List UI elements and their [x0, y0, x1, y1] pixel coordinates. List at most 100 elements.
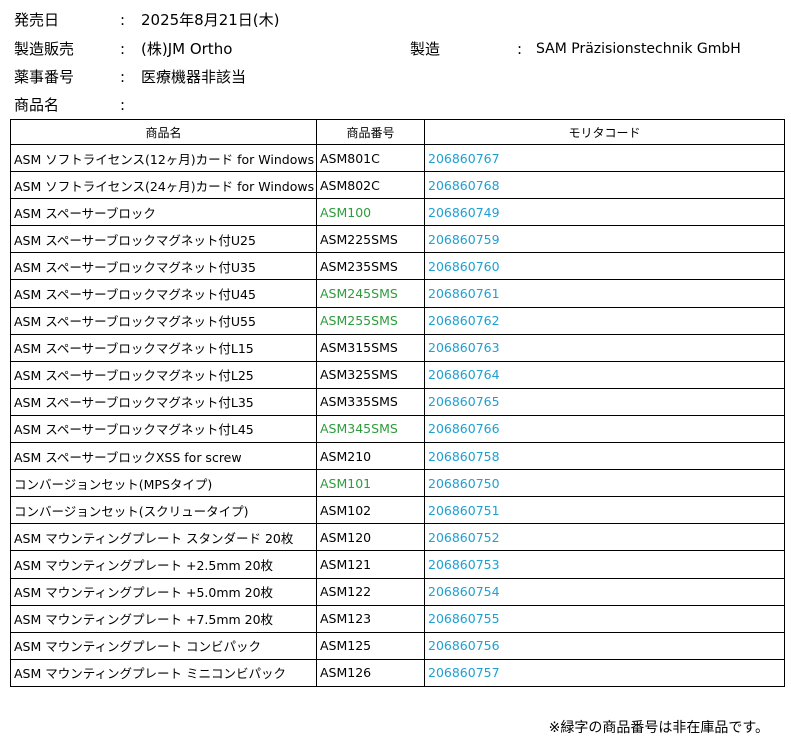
- morita-code-cell: 206860764: [424, 360, 785, 389]
- product-name-cell: ASM マウンティングプレート +5.0mm 20枚: [10, 577, 317, 606]
- product-name-cell: ASM スペーサーブロックマグネット付U25: [10, 225, 317, 254]
- product-code-cell: ASM121: [316, 550, 425, 579]
- morita-code-cell: 206860765: [424, 387, 785, 416]
- product-name-cell: ASM スペーサーブロックマグネット付U55: [10, 306, 317, 335]
- morita-code-cell: 206860759: [424, 225, 785, 254]
- product-name-cell: ASM マウンティングプレート コンビパック: [10, 631, 317, 660]
- column-header-product-code: 商品番号: [316, 119, 425, 145]
- table-row: ASM スペーサーブロック ASM100 206860749: [10, 198, 785, 227]
- product-code-cell: ASM801C: [316, 143, 425, 173]
- table-row: ASM スペーサーブロックマグネット付U25 ASM225SMS 206860759: [10, 225, 785, 254]
- colon: :: [120, 68, 126, 86]
- product-name-cell: ASM マウンティングプレート +7.5mm 20枚: [10, 604, 317, 633]
- product-name-cell: ASM マウンティングプレート +2.5mm 20枚: [10, 550, 317, 579]
- morita-code-cell: 206860751: [424, 496, 785, 525]
- table-row: コンバージョンセット(MPSタイプ) ASM101 206860750: [10, 469, 785, 498]
- colon: :: [120, 11, 126, 29]
- approval-number-label: 薬事番号: [14, 68, 75, 86]
- product-code-cell: ASM100: [316, 198, 425, 227]
- colon: :: [120, 40, 126, 58]
- product-name-cell: ASM スペーサーブロックXSS for screw: [10, 442, 317, 471]
- morita-code-cell: 206860753: [424, 550, 785, 579]
- sales-company-label: 製造販売: [14, 40, 75, 58]
- product-code-cell: ASM325SMS: [316, 360, 425, 389]
- product-code-cell: ASM122: [316, 577, 425, 606]
- morita-code-cell: 206860756: [424, 631, 785, 660]
- product-code-cell: ASM125: [316, 631, 425, 660]
- product-code-cell: ASM335SMS: [316, 387, 425, 416]
- product-code-cell: ASM120: [316, 523, 425, 552]
- product-name-cell: ASM ソフトライセンス(24ヶ月)カード for Windows: [10, 171, 317, 200]
- product-name-cell: ASM マウンティングプレート スタンダード 20枚: [10, 523, 317, 552]
- column-header-morita-code: モリタコード: [424, 119, 785, 145]
- colon: :: [517, 40, 523, 58]
- product-code-cell: ASM255SMS: [316, 306, 425, 335]
- table-row: ASM マウンティングプレート +7.5mm 20枚 ASM123 20686075…: [10, 604, 785, 633]
- product-code-cell: ASM102: [316, 496, 425, 525]
- stock-note: ※緑字の商品番号は非在庫品です。: [548, 720, 769, 736]
- product-name-cell: ASM スペーサーブロックマグネット付U45: [10, 279, 317, 308]
- release-date-value: 2025年8月21日(木): [141, 11, 280, 29]
- table-row: ASM マウンティングプレート +2.5mm 20枚 ASM121 20686075…: [10, 550, 785, 579]
- morita-code-cell: 206860755: [424, 604, 785, 633]
- morita-code-cell: 206860752: [424, 523, 785, 552]
- morita-code-cell: 206860768: [424, 171, 785, 200]
- product-name-cell: コンバージョンセット(スクリュータイプ): [10, 496, 317, 525]
- manufacturer-label: 製造: [410, 40, 441, 58]
- table-row: ASM スペーサーブロックマグネット付L15 ASM315SMS 206860763: [10, 333, 785, 362]
- product-code-cell: ASM210: [316, 442, 425, 471]
- product-code-cell: ASM101: [316, 469, 425, 498]
- table-row: ASM ソフトライセンス(12ヶ月)カード for Windows ASM801C…: [10, 143, 785, 173]
- table-row: コンバージョンセット(スクリュータイプ) ASM102 206860751: [10, 496, 785, 525]
- table-row: ASM スペーサーブロックマグネット付L25 ASM325SMS 206860764: [10, 360, 785, 389]
- approval-number-value: 医療機器非該当: [141, 68, 247, 86]
- morita-code-cell: 206860766: [424, 414, 785, 444]
- morita-code-cell: 206860757: [424, 658, 785, 687]
- morita-code-cell: 206860754: [424, 577, 785, 606]
- release-date-label: 発売日: [14, 11, 60, 29]
- product-code-cell: ASM126: [316, 658, 425, 687]
- product-code-cell: ASM225SMS: [316, 225, 425, 254]
- product-name-label: 商品名: [14, 96, 60, 114]
- colon: :: [120, 96, 126, 114]
- product-name-cell: ASM スペーサーブロックマグネット付L45: [10, 414, 317, 444]
- morita-code-cell: 206860750: [424, 469, 785, 498]
- product-code-cell: ASM802C: [316, 171, 425, 200]
- morita-code-cell: 206860749: [424, 198, 785, 227]
- product-name-cell: ASM スペーサーブロックマグネット付L25: [10, 360, 317, 389]
- morita-code-cell: 206860767: [424, 143, 785, 173]
- product-name-cell: ASM ソフトライセンス(12ヶ月)カード for Windows: [10, 143, 317, 173]
- column-header-product-name: 商品名: [10, 119, 317, 145]
- product-code-cell: ASM315SMS: [316, 333, 425, 362]
- morita-code-cell: 206860763: [424, 333, 785, 362]
- product-table: 商品名 商品番号 モリタコード ASM ソフトライセンス(12ヶ月)カード fo…: [10, 119, 785, 687]
- table-row: ASM マウンティングプレート スタンダード 20枚 ASM120 20686075…: [10, 523, 785, 552]
- product-name-cell: ASM マウンティングプレート ミニコンビパック: [10, 658, 317, 687]
- product-name-cell: ASM スペーサーブロックマグネット付L35: [10, 387, 317, 416]
- morita-code-cell: 206860761: [424, 279, 785, 308]
- table-row: ASM スペーサーブロックマグネット付U45 ASM245SMS 206860761: [10, 279, 785, 308]
- sales-company-value: (株)JM Ortho: [141, 40, 233, 58]
- table-body: ASM ソフトライセンス(12ヶ月)カード for Windows ASM801C…: [10, 143, 785, 687]
- manufacturer-value: SAM Präzisionstechnik GmbH: [536, 41, 741, 57]
- table-row: ASM ソフトライセンス(24ヶ月)カード for Windows ASM802C…: [10, 171, 785, 200]
- product-code-cell: ASM235SMS: [316, 252, 425, 281]
- table-row: ASM マウンティングプレート +5.0mm 20枚 ASM122 20686075…: [10, 577, 785, 606]
- morita-code-cell: 206860758: [424, 442, 785, 471]
- product-name-cell: コンバージョンセット(MPSタイプ): [10, 469, 317, 498]
- product-name-cell: ASM スペーサーブロックマグネット付L15: [10, 333, 317, 362]
- table-row: ASM スペーサーブロックマグネット付L45 ASM345SMS 206860766: [10, 414, 785, 444]
- product-name-cell: ASM スペーサーブロックマグネット付U35: [10, 252, 317, 281]
- product-name-cell: ASM スペーサーブロック: [10, 198, 317, 227]
- table-row: ASM スペーサーブロックマグネット付L35 ASM335SMS 206860765: [10, 387, 785, 416]
- product-code-cell: ASM123: [316, 604, 425, 633]
- morita-code-cell: 206860762: [424, 306, 785, 335]
- table-header-row: 商品名 商品番号 モリタコード: [10, 119, 785, 145]
- table-row: ASM スペーサーブロックマグネット付U55 ASM255SMS 206860762: [10, 306, 785, 335]
- table-row: ASM マウンティングプレート コンビパック ASM125 206860756: [10, 631, 785, 660]
- table-row: ASM スペーサーブロックXSS for screw ASM210 20686075…: [10, 442, 785, 471]
- table-row: ASM マウンティングプレート ミニコンビパック ASM126 206860757: [10, 658, 785, 687]
- morita-code-cell: 206860760: [424, 252, 785, 281]
- product-code-cell: ASM245SMS: [316, 279, 425, 308]
- product-code-cell: ASM345SMS: [316, 414, 425, 444]
